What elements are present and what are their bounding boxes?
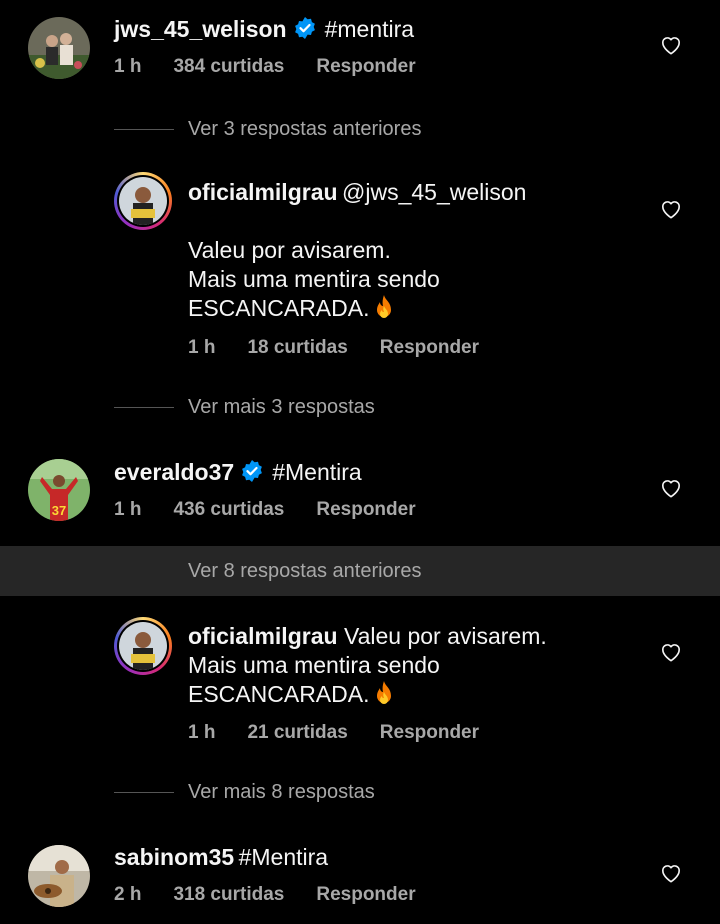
- comment-username-row: jws_45_welison #mentira: [114, 16, 414, 43]
- comment-text: #Mentira: [238, 844, 329, 870]
- reply-text-line: ESCANCARADA.: [188, 295, 370, 321]
- comment-meta: 1 h 384 curtidas Responder: [114, 56, 448, 78]
- comment-text: #mentira: [324, 16, 415, 42]
- view-previous-replies-label: Ver 8 respostas anteriores: [188, 559, 422, 582]
- reply-meta: 1 h 21 curtidas Responder: [188, 722, 511, 744]
- reply-time: 1 h: [188, 337, 216, 358]
- reply-meta: 1 h 18 curtidas Responder: [188, 337, 511, 359]
- heart-outline-icon[interactable]: [660, 35, 682, 55]
- reply-text-line: ESCANCARADA.: [188, 681, 370, 707]
- comment-username-row: everaldo37 #Mentira: [114, 459, 362, 486]
- reply-header: oficialmilgrau @jws_45_welison: [188, 179, 526, 206]
- reply-mention[interactable]: @jws_45_welison: [342, 179, 526, 205]
- reply-button[interactable]: Responder: [380, 337, 479, 358]
- reply-button[interactable]: Responder: [316, 499, 415, 520]
- svg-text:37: 37: [52, 503, 66, 518]
- view-more-replies[interactable]: Ver mais 3 respostas: [114, 392, 614, 422]
- avatar[interactable]: [28, 17, 90, 79]
- heart-outline-icon[interactable]: [660, 199, 682, 219]
- heart-outline-icon[interactable]: [660, 863, 682, 883]
- comment-username-row: sabinom35 #Mentira: [114, 844, 328, 871]
- reply-likes[interactable]: 18 curtidas: [247, 337, 347, 358]
- verified-badge-icon: [294, 17, 315, 39]
- reply-time: 1 h: [188, 722, 216, 743]
- reply-username[interactable]: oficialmilgrau: [188, 179, 338, 205]
- avatar: [119, 622, 167, 670]
- comment-time: 1 h: [114, 56, 142, 77]
- comment-username[interactable]: everaldo37: [114, 459, 234, 485]
- divider-line: [114, 406, 174, 408]
- heart-outline-icon[interactable]: [660, 642, 682, 662]
- comment-meta: 2 h 318 curtidas Responder: [114, 884, 448, 906]
- reply-text: Valeu por avisarem. Mais uma mentira sen…: [188, 236, 440, 323]
- comment-text: #Mentira: [272, 459, 362, 485]
- reply-text-line: Valeu por avisarem.: [188, 237, 391, 263]
- reply-text-line: Mais uma mentira sendo: [188, 652, 440, 678]
- reply-text-line: Valeu por avisarem.: [343, 623, 547, 649]
- avatar-story-ring[interactable]: [114, 172, 172, 230]
- comment-time: 2 h: [114, 884, 142, 905]
- view-previous-replies[interactable]: Ver 3 respostas anteriores: [114, 114, 614, 144]
- comment-time: 1 h: [114, 499, 142, 520]
- divider-line: [114, 128, 174, 130]
- reply-username[interactable]: oficialmilgrau: [188, 623, 338, 649]
- view-previous-replies-label: Ver 3 respostas anteriores: [188, 117, 422, 140]
- comment-username[interactable]: jws_45_welison: [114, 16, 287, 42]
- fire-emoji-icon: [377, 681, 392, 704]
- avatar-story-ring[interactable]: [114, 617, 172, 675]
- avatar: [119, 177, 167, 225]
- comment-meta: 1 h 436 curtidas Responder: [114, 499, 448, 521]
- comment-likes[interactable]: 318 curtidas: [173, 884, 284, 905]
- view-more-replies-label: Ver mais 8 respostas: [188, 780, 375, 803]
- view-more-replies[interactable]: Ver mais 8 respostas: [114, 777, 614, 807]
- reply-button[interactable]: Responder: [316, 56, 415, 77]
- divider-line: [114, 791, 174, 793]
- reply-text-line: Mais uma mentira sendo: [188, 266, 440, 292]
- comment-likes[interactable]: 384 curtidas: [173, 56, 284, 77]
- reply-text: oficialmilgrau Valeu por avisarem. Mais …: [188, 622, 547, 709]
- comment-likes[interactable]: 436 curtidas: [173, 499, 284, 520]
- avatar[interactable]: 37: [28, 459, 90, 521]
- verified-badge-icon: [242, 460, 263, 482]
- avatar[interactable]: [28, 845, 90, 907]
- heart-outline-icon[interactable]: [660, 478, 682, 498]
- reply-button[interactable]: Responder: [316, 884, 415, 905]
- view-previous-replies[interactable]: Ver 8 respostas anteriores: [188, 556, 688, 586]
- reply-likes[interactable]: 21 curtidas: [247, 722, 347, 743]
- reply-button[interactable]: Responder: [380, 722, 479, 743]
- fire-emoji-icon: [377, 295, 392, 318]
- view-more-replies-label: Ver mais 3 respostas: [188, 395, 375, 418]
- comment-username[interactable]: sabinom35: [114, 844, 234, 870]
